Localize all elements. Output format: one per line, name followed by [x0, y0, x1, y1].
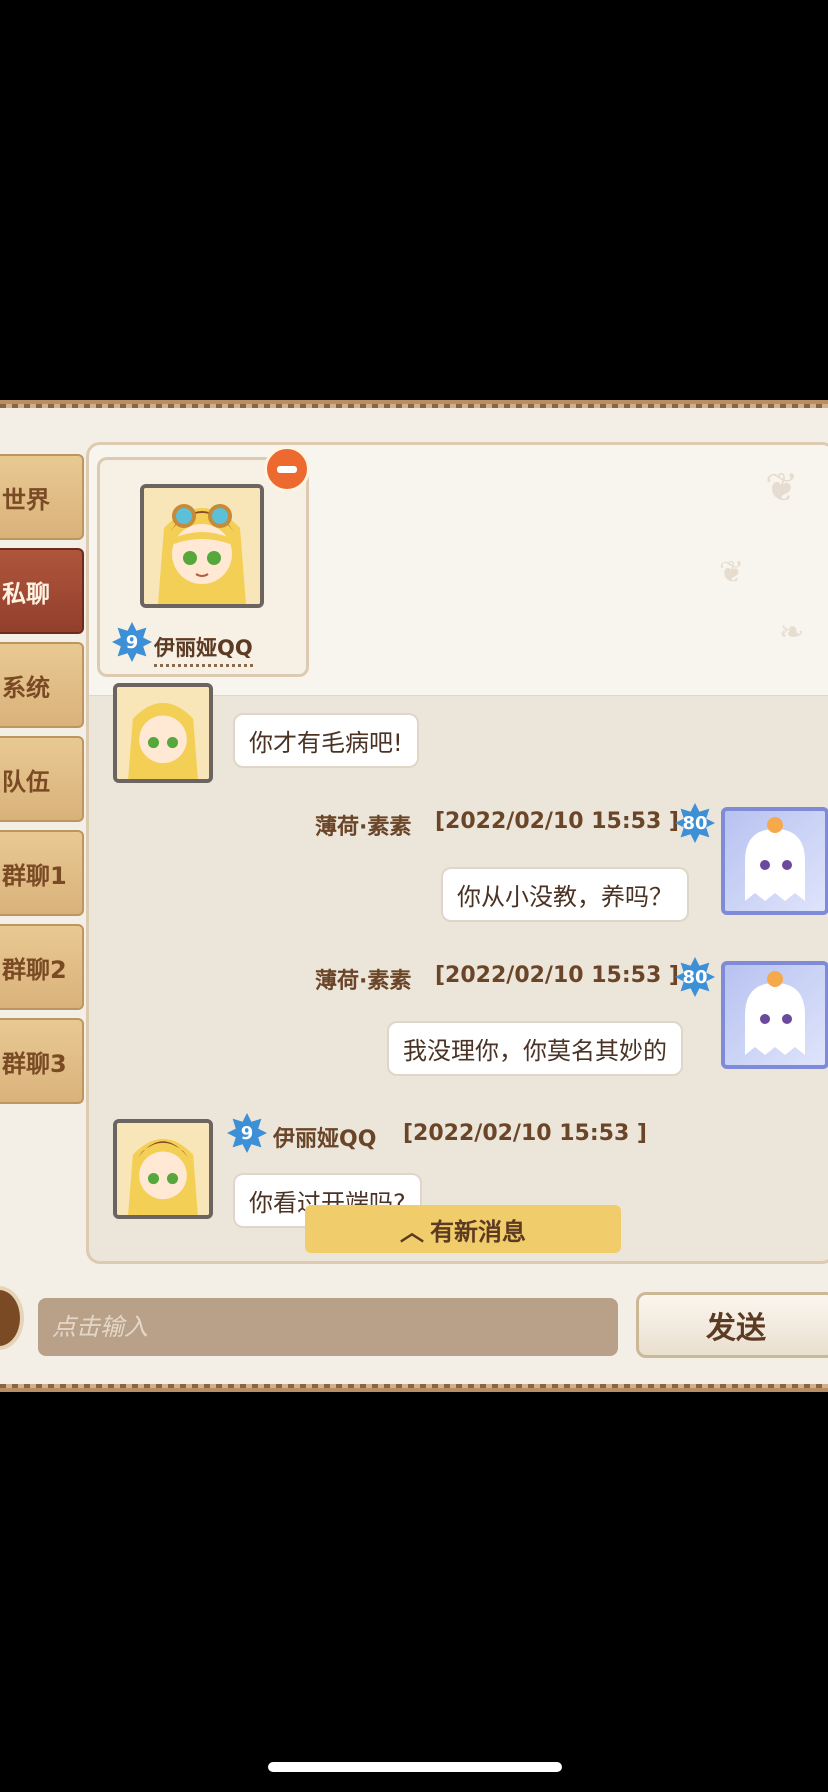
message-sender: 薄荷·素素 — [315, 969, 412, 994]
message-list[interactable]: 你才有毛病吧! 薄荷·素素 [2022/02/10 15:53 ] 80 你从小… — [89, 683, 828, 1261]
blonde-girl-avatar-icon — [117, 1123, 209, 1215]
blonde-girl-avatar-icon — [117, 687, 209, 779]
tab-group-1[interactable]: 群聊1 — [0, 830, 84, 916]
chat-input[interactable] — [38, 1298, 618, 1356]
new-messages-label: 有新消息 — [430, 1217, 526, 1246]
chat-panel: 世界 私聊 系统 队伍 群聊1 群聊2 群聊3 ❦ ❦ ❧ 9 伊丽娅QQ 你才… — [0, 400, 828, 1392]
chevron-up-icon: ︿ — [400, 1217, 424, 1246]
sender-avatar[interactable] — [113, 683, 213, 783]
remove-contact-button[interactable] — [264, 446, 310, 492]
contact-strip: ❦ ❦ ❧ 9 伊丽娅QQ — [89, 445, 828, 696]
contact-avatar — [140, 484, 264, 608]
chat-window: ❦ ❦ ❧ 9 伊丽娅QQ 你才有毛病吧! 薄荷·素素 [2022/02/10 … — [86, 442, 828, 1264]
ghost-avatar[interactable] — [721, 807, 828, 915]
tab-system[interactable]: 系统 — [0, 642, 84, 728]
ghost-avatar-icon — [745, 817, 805, 901]
level-badge-icon: 80 — [675, 803, 715, 843]
leaf-decoration-icon: ❦ — [765, 465, 799, 511]
contact-name: 伊丽娅QQ — [154, 632, 253, 667]
emoji-button[interactable] — [0, 1286, 24, 1350]
tab-private[interactable]: 私聊 — [0, 548, 84, 634]
send-button[interactable]: 发送 — [636, 1292, 828, 1358]
channel-tabs: 世界 私聊 系统 队伍 群聊1 群聊2 群聊3 — [0, 454, 84, 1112]
new-messages-button[interactable]: ︿ 有新消息 — [305, 1205, 621, 1253]
level-badge-icon: 80 — [675, 957, 715, 997]
ghost-avatar[interactable] — [721, 961, 828, 1069]
level-badge-icon: 9 — [112, 622, 152, 662]
leaf-decoration-icon: ❦ — [719, 555, 745, 590]
message-bubble: 你才有毛病吧! — [233, 713, 419, 768]
message-bubble: 你从小没教，养吗？ — [441, 867, 689, 922]
sender-avatar[interactable] — [113, 1119, 213, 1219]
tab-team[interactable]: 队伍 — [0, 736, 84, 822]
message-timestamp: [2022/02/10 15:53 ] — [435, 809, 679, 834]
leaf-decoration-icon: ❧ — [779, 615, 805, 650]
message-bubble: 我没理你，你莫名其妙的 — [387, 1021, 683, 1076]
message-sender: 伊丽娅QQ — [273, 1127, 377, 1152]
message-timestamp: [2022/02/10 15:53 ] — [435, 963, 679, 988]
blonde-girl-avatar-icon — [144, 488, 260, 604]
home-indicator[interactable] — [268, 1762, 562, 1772]
contact-card[interactable]: 9 伊丽娅QQ — [97, 446, 310, 677]
tab-group-3[interactable]: 群聊3 — [0, 1018, 84, 1104]
tab-world[interactable]: 世界 — [0, 454, 84, 540]
message-sender: 薄荷·素素 — [315, 815, 412, 840]
level-badge-icon: 9 — [227, 1113, 267, 1153]
tab-group-2[interactable]: 群聊2 — [0, 924, 84, 1010]
message-timestamp: [2022/02/10 15:53 ] — [403, 1121, 647, 1146]
ghost-avatar-icon — [745, 971, 805, 1055]
